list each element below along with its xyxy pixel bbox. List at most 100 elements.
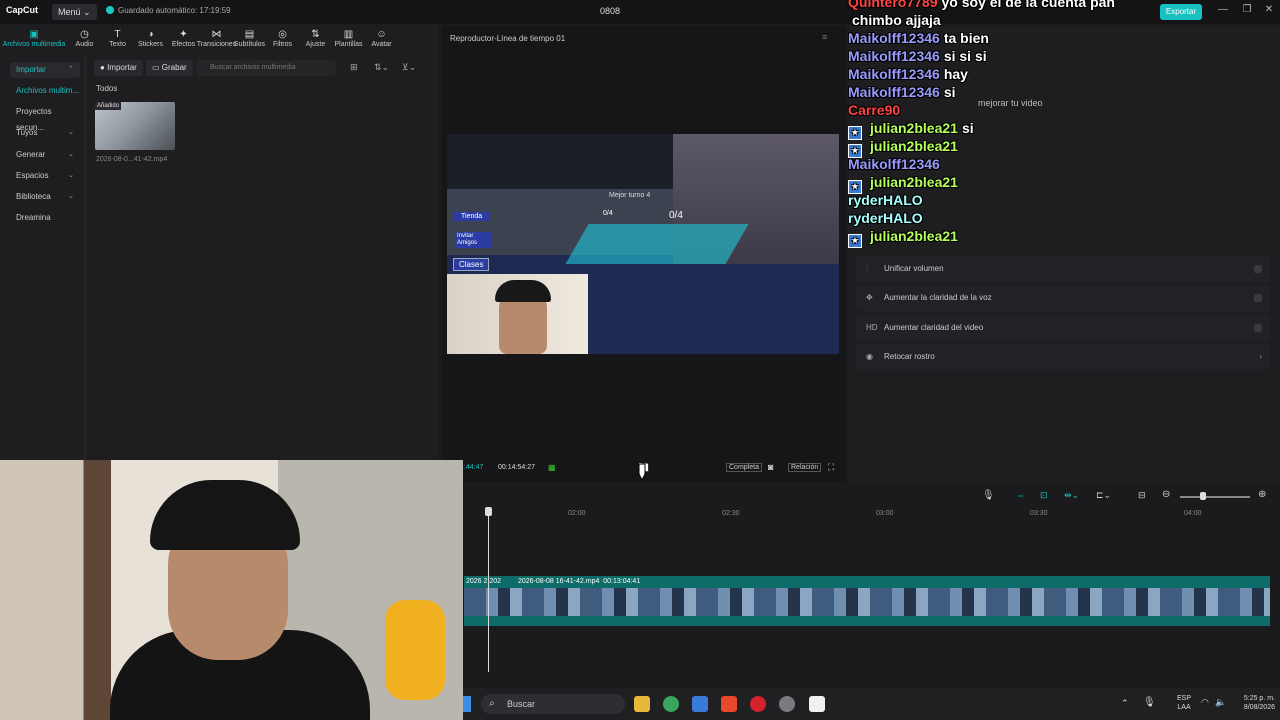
chat-text: ta bien: [943, 30, 989, 46]
autosave-text: Guardado automático: 17:19:59: [118, 6, 231, 15]
sidebar-item-0[interactable]: Importar ⌃: [10, 62, 80, 78]
zoom-in-icon[interactable]: ⊕: [1258, 489, 1266, 500]
chat-username: julian2blea21: [870, 174, 958, 190]
tab-2[interactable]: T Texto: [101, 24, 134, 54]
tab-10[interactable]: ☺ Avatar: [365, 24, 398, 54]
mic-tray-icon[interactable]: 🎙: [1143, 697, 1156, 708]
search-icon: ⌕: [489, 698, 495, 709]
file-explorer-icon[interactable]: [634, 696, 650, 712]
wifi-icon[interactable]: ◠: [1201, 697, 1209, 708]
ruler-tick: 02:00: [568, 510, 586, 517]
maximize-button[interactable]: ❐: [1238, 4, 1256, 20]
tab-1[interactable]: ◷ Audio: [68, 24, 101, 54]
project-name[interactable]: 0808: [600, 6, 620, 16]
subscriber-badge-icon: ★: [848, 234, 862, 248]
added-badge: Añadido: [95, 102, 122, 110]
volume-icon[interactable]: 🔈: [1215, 697, 1226, 708]
chat-text: si: [961, 120, 974, 136]
player-menu-icon[interactable]: ≡: [822, 32, 827, 42]
obs-icon[interactable]: [779, 696, 795, 712]
tab-label: Stickers: [138, 41, 163, 48]
sidebar-item-4[interactable]: Generar ⌄: [10, 147, 80, 163]
filter-icon[interactable]: ⊻⌄: [402, 62, 416, 73]
sidebar-item-2[interactable]: Proyectos secun...: [10, 104, 80, 132]
invite-button: Invitar Amigos: [455, 232, 491, 248]
chrome-icon[interactable]: [663, 696, 679, 712]
record-label: Grabar: [161, 63, 187, 72]
video-track[interactable]: 2026 2 202 2026-08-08 16-41-42.mp4 00:13…: [464, 576, 1270, 626]
tab-4[interactable]: ✦ Efectos: [167, 24, 200, 54]
enhance-option-1[interactable]: ✥ Aumentar la claridad de la voz: [856, 285, 1270, 311]
tab-icon: ▥: [343, 29, 354, 40]
enhance-option-3[interactable]: ◉ Retocar rostro ›: [856, 344, 1270, 370]
all-filter-label[interactable]: Todos: [96, 84, 117, 93]
chat-message: chimbo ajjaja: [848, 12, 941, 28]
clip-filmstrip[interactable]: [464, 588, 1270, 616]
option-toggle[interactable]: [1254, 324, 1262, 332]
tab-0[interactable]: ▣ Archivos multimedia: [0, 24, 68, 54]
ruler-tick: 03:00: [876, 510, 894, 517]
waveform-icon[interactable]: ▦: [548, 463, 556, 472]
zoom-out-icon[interactable]: ⊖: [1162, 489, 1170, 500]
sort-icon[interactable]: ⇅⌄: [374, 62, 389, 73]
close-button[interactable]: ✕: [1260, 4, 1278, 20]
zoom-slider[interactable]: [1180, 496, 1250, 498]
record-button[interactable]: ▭ Grabar: [146, 60, 193, 76]
tab-8[interactable]: ⇅ Ajuste: [299, 24, 332, 54]
clock[interactable]: 5:25 p. m. 8/08/2026: [1233, 694, 1275, 712]
taskbar-search[interactable]: ⌕ Buscar: [481, 694, 625, 714]
playhead[interactable]: [488, 508, 489, 672]
store-icon[interactable]: [692, 696, 708, 712]
link-icon[interactable]: ⇔: [1016, 490, 1025, 500]
quality-button[interactable]: Completa: [726, 463, 762, 472]
chevron-icon: ⌄: [68, 172, 74, 179]
media-search-input[interactable]: Buscar archivos multimedia: [196, 60, 336, 76]
tab-icon: ▤: [244, 29, 255, 40]
timeline-ruler[interactable]: 02:00 02:30 03:00 03:30 04:00: [464, 508, 1280, 522]
tab-7[interactable]: ◎ Filtros: [266, 24, 299, 54]
chevron-icon: ⌄: [68, 193, 74, 200]
option-toggle[interactable]: [1254, 294, 1262, 302]
sidebar-item-7[interactable]: Dreamina: [10, 210, 80, 226]
tab-3[interactable]: ◑ Stickers: [134, 24, 167, 54]
magnet-icon[interactable]: ⊡: [1040, 490, 1048, 501]
zoom-handle[interactable]: [1200, 492, 1206, 500]
chevron-up-icon[interactable]: ⌃: [1121, 698, 1129, 709]
tab-label: Ajuste: [305, 41, 326, 48]
ratio-button[interactable]: Relación: [788, 463, 822, 472]
sidebar-item-1[interactable]: Archivos multim...: [10, 83, 80, 99]
brave-icon[interactable]: [721, 696, 737, 712]
preview-icon[interactable]: ⊟: [1138, 490, 1146, 501]
menu-button[interactable]: Menú ⌄: [52, 4, 97, 20]
option-label: Aumentar claridad del video: [884, 323, 984, 332]
sidebar-item-5[interactable]: Espacios ⌄: [10, 168, 80, 184]
sidebar-item-3[interactable]: Tuyos ⌄: [10, 125, 80, 141]
playhead-handle[interactable]: [485, 507, 492, 516]
clip-prefix: 2026 2 202: [466, 578, 502, 585]
split-icon[interactable]: ⊏⌄: [1096, 490, 1111, 501]
grid-view-icon[interactable]: ⊞: [350, 62, 358, 73]
windows-start-icon[interactable]: [463, 696, 471, 712]
giraffe-toy: [385, 600, 445, 700]
chat-username: ryderHALO: [848, 210, 923, 226]
minimize-button[interactable]: —: [1214, 4, 1232, 20]
snapshot-icon[interactable]: ◙: [768, 462, 773, 472]
sidebar-item-6[interactable]: Biblioteca ⌄: [10, 189, 80, 205]
video-preview[interactable]: Mejor turno 4 0/4 0/4 Tienda Invitar Ami…: [447, 134, 839, 354]
chat-message: Maikolff12346 si: [848, 84, 956, 100]
microphone-icon[interactable]: 🎙: [982, 490, 995, 501]
import-button[interactable]: ● Importar: [94, 60, 143, 76]
cyan-floor: [565, 224, 749, 264]
tab-9[interactable]: ▥ Plantillas: [332, 24, 365, 54]
fullscreen-icon[interactable]: ⛶: [828, 462, 834, 473]
capcut-taskbar-icon[interactable]: [809, 696, 825, 712]
option-toggle[interactable]: [1254, 265, 1262, 273]
snap-icon[interactable]: ⇹⌄: [1064, 490, 1079, 501]
language-indicator[interactable]: ESP LAA: [1177, 694, 1191, 712]
classes-button: Clases: [453, 258, 490, 271]
import-label: Importar: [107, 63, 137, 72]
enhance-option-2[interactable]: HD Aumentar claridad del video: [856, 315, 1270, 341]
tab-5[interactable]: ⋈ Transiciones: [197, 24, 236, 54]
opera-icon[interactable]: [750, 696, 766, 712]
tab-6[interactable]: ▤ Subtítulos: [233, 24, 266, 54]
